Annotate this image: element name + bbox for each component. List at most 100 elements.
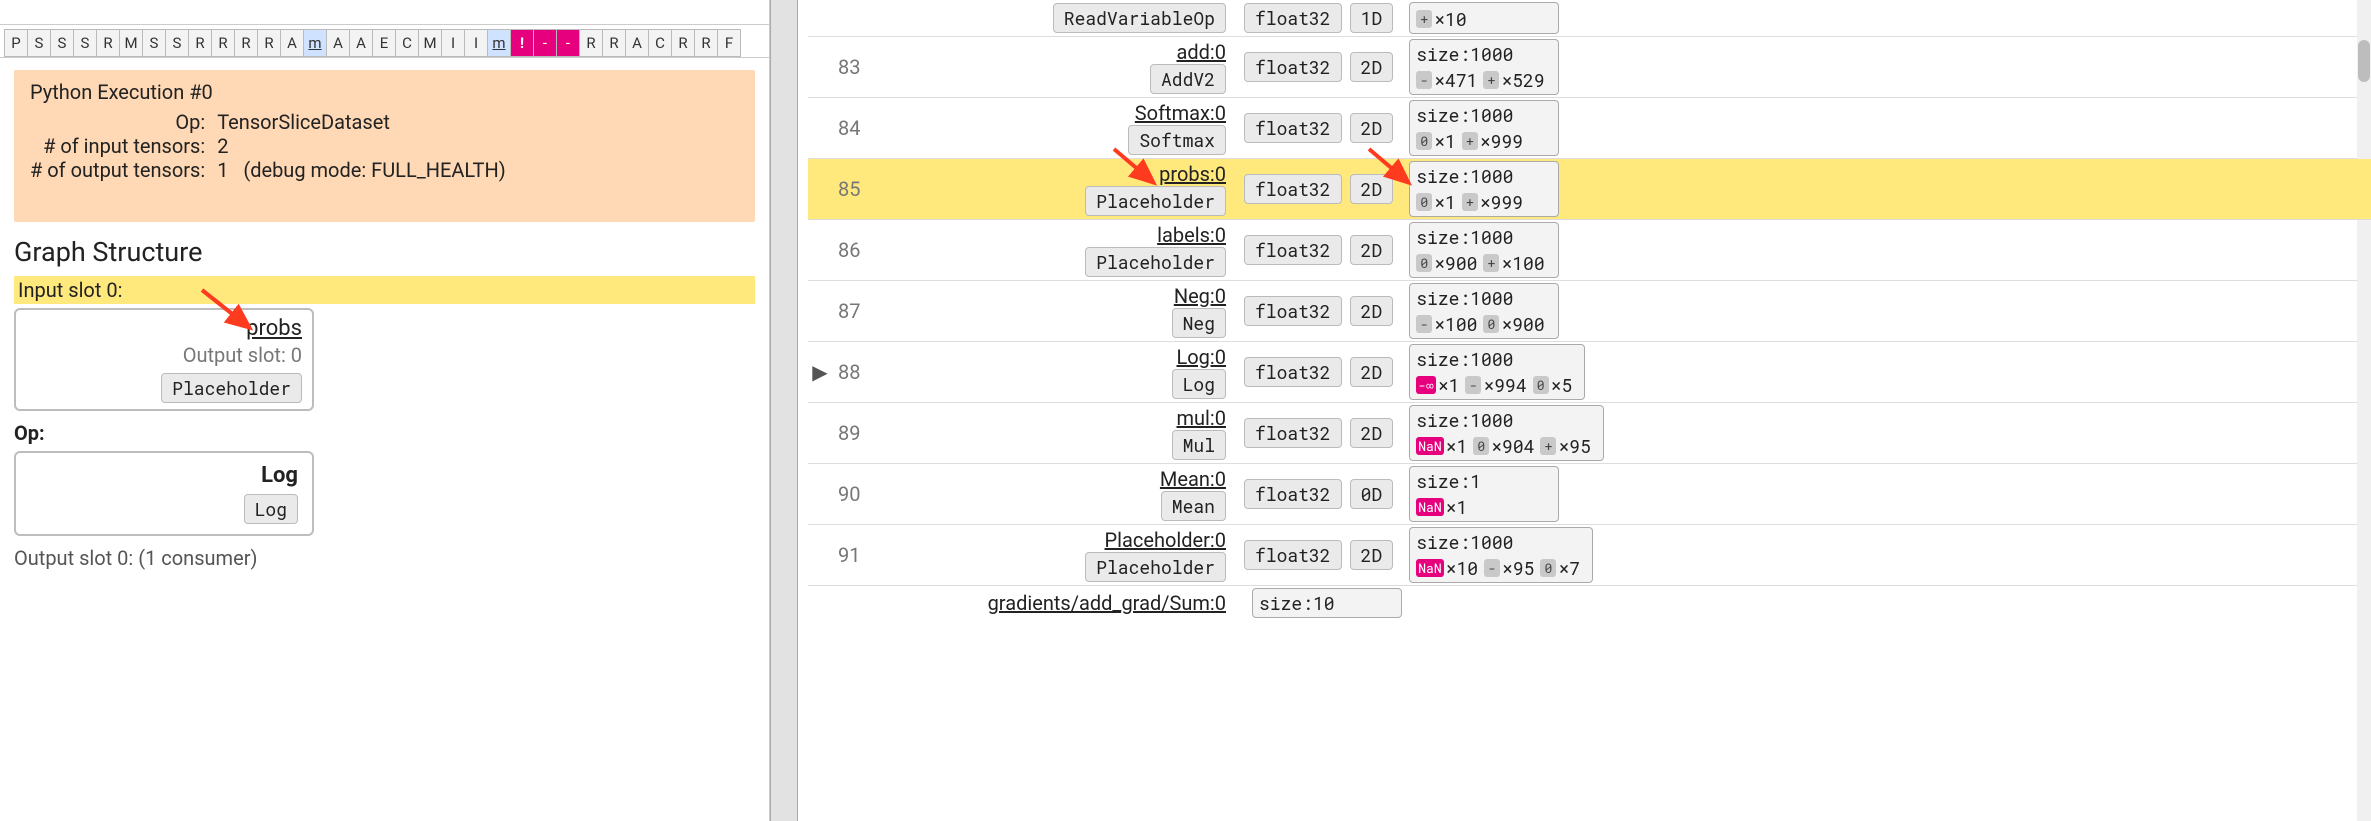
tensor-row[interactable]: ▶88Log:0Logfloat322Dsize:1000-∞×1-×9940×… bbox=[808, 342, 2371, 403]
op-type-chip[interactable]: ReadVariableOp bbox=[1053, 3, 1226, 33]
rank-chip[interactable]: 2D bbox=[1350, 52, 1394, 82]
scrollbar-track[interactable] bbox=[2357, 0, 2371, 821]
timeline-cell[interactable]: I bbox=[441, 29, 465, 57]
tensor-name-link[interactable]: gradients/add_grad/Sum:0 bbox=[896, 591, 1226, 615]
tensor-summary-box[interactable]: size:1NaN×1 bbox=[1409, 466, 1559, 522]
tensor-name-link[interactable]: Neg:0 bbox=[896, 284, 1226, 308]
placeholder-op-chip[interactable]: Placeholder bbox=[161, 373, 302, 403]
timeline-cell[interactable]: C bbox=[648, 29, 672, 57]
timeline-cell[interactable]: S bbox=[73, 29, 97, 57]
rank-chip[interactable]: 2D bbox=[1350, 357, 1394, 387]
op-type-chip[interactable]: Placeholder bbox=[1085, 247, 1226, 277]
op-type-chip[interactable]: Neg bbox=[1172, 308, 1226, 338]
timeline-cell[interactable]: C bbox=[395, 29, 419, 57]
timeline-cell[interactable]: R bbox=[694, 29, 718, 57]
timeline-cell[interactable]: R bbox=[234, 29, 258, 57]
timeline-cell[interactable]: R bbox=[257, 29, 281, 57]
dtype-chip[interactable]: float32 bbox=[1244, 479, 1342, 509]
op-type-chip[interactable]: Softmax bbox=[1128, 125, 1226, 155]
rank-chip[interactable]: 2D bbox=[1350, 174, 1394, 204]
timeline-cell[interactable]: F bbox=[717, 29, 741, 57]
op-type-chip[interactable]: AddV2 bbox=[1150, 64, 1226, 94]
tensor-row[interactable]: ReadVariableOp float32 1D +×10 bbox=[808, 0, 2371, 37]
timeline-cell[interactable]: S bbox=[27, 29, 51, 57]
dtype-chip[interactable]: float32 bbox=[1244, 540, 1342, 570]
tensor-summary-box[interactable]: size:10 bbox=[1252, 588, 1402, 618]
tensor-row[interactable]: gradients/add_grad/Sum:0 size:10 bbox=[808, 586, 2371, 620]
rank-chip[interactable]: 1D bbox=[1350, 3, 1394, 33]
dtype-chip[interactable]: float32 bbox=[1244, 235, 1342, 265]
tensor-name-link[interactable]: mul:0 bbox=[896, 406, 1226, 430]
tensor-summary-box[interactable]: size:1000-∞×1-×9940×5 bbox=[1409, 344, 1585, 400]
pane-splitter[interactable] bbox=[770, 0, 798, 821]
tensor-row[interactable]: 91Placeholder:0Placeholderfloat322Dsize:… bbox=[808, 525, 2371, 586]
timeline-cell[interactable]: R bbox=[579, 29, 603, 57]
op-type-chip[interactable]: Mul bbox=[1172, 430, 1226, 460]
timeline-cell[interactable]: M bbox=[418, 29, 442, 57]
dtype-chip[interactable]: float32 bbox=[1244, 357, 1342, 387]
tensor-summary-box[interactable]: size:1000-×1000×900 bbox=[1409, 283, 1559, 339]
scrollbar-thumb[interactable] bbox=[2358, 40, 2370, 82]
timeline-cell[interactable]: S bbox=[50, 29, 74, 57]
timeline-cell[interactable]: R bbox=[211, 29, 235, 57]
timeline-cell[interactable]: M bbox=[119, 29, 143, 57]
timeline-cell[interactable]: ! bbox=[510, 29, 534, 57]
op-type-chip[interactable]: Placeholder bbox=[1085, 186, 1226, 216]
tensor-summary-box[interactable]: size:10000×1+×999 bbox=[1409, 161, 1559, 217]
rank-chip[interactable]: 2D bbox=[1350, 113, 1394, 143]
dtype-chip[interactable]: float32 bbox=[1244, 418, 1342, 448]
tensor-row[interactable]: 90Mean:0Meanfloat320Dsize:1NaN×1 bbox=[808, 464, 2371, 525]
tensor-name-link[interactable]: probs:0 bbox=[896, 162, 1226, 186]
timeline-cell[interactable]: S bbox=[165, 29, 189, 57]
tensor-row[interactable]: 87Neg:0Negfloat322Dsize:1000-×1000×900 bbox=[808, 281, 2371, 342]
tensor-summary-box[interactable]: size:1000NaN×10×904+×95 bbox=[1409, 405, 1604, 461]
tensor-name-link[interactable]: Mean:0 bbox=[896, 467, 1226, 491]
tensor-summary-box[interactable]: size:1000-×471+×529 bbox=[1409, 39, 1559, 95]
op-type-chip[interactable]: Mean bbox=[1161, 491, 1226, 521]
rank-chip[interactable]: 2D bbox=[1350, 418, 1394, 448]
op-box[interactable]: Log Log bbox=[14, 451, 314, 536]
dtype-chip[interactable]: float32 bbox=[1244, 52, 1342, 82]
dtype-chip[interactable]: float32 bbox=[1244, 174, 1342, 204]
tensor-row[interactable]: 86labels:0Placeholderfloat322Dsize:10000… bbox=[808, 220, 2371, 281]
timeline-cell[interactable]: R bbox=[188, 29, 212, 57]
timeline-cell[interactable]: R bbox=[96, 29, 120, 57]
tensor-name-link[interactable]: add:0 bbox=[896, 40, 1226, 64]
timeline-cell[interactable]: E bbox=[372, 29, 396, 57]
rank-chip[interactable]: 2D bbox=[1350, 235, 1394, 265]
timeline-cell[interactable]: m bbox=[487, 29, 511, 57]
tensor-summary-box[interactable]: +×10 bbox=[1409, 2, 1559, 34]
tensor-row[interactable]: 83add:0AddV2float322Dsize:1000-×471+×529 bbox=[808, 37, 2371, 98]
probs-tensor-link[interactable]: probs bbox=[26, 316, 302, 341]
timeline-cell[interactable]: S bbox=[142, 29, 166, 57]
tensor-summary-box[interactable]: size:1000NaN×10-×950×7 bbox=[1409, 527, 1593, 583]
expand-toggle-icon[interactable]: ▶ bbox=[808, 360, 832, 384]
rank-chip[interactable]: 0D bbox=[1350, 479, 1394, 509]
op-type-chip[interactable]: Log bbox=[1172, 369, 1226, 399]
dtype-chip[interactable]: float32 bbox=[1244, 3, 1342, 33]
dtype-chip[interactable]: float32 bbox=[1244, 113, 1342, 143]
tensor-row[interactable]: 89mul:0Mulfloat322Dsize:1000NaN×10×904+×… bbox=[808, 403, 2371, 464]
timeline-cell[interactable]: A bbox=[280, 29, 304, 57]
tensor-summary-box[interactable]: size:10000×900+×100 bbox=[1409, 222, 1559, 278]
timeline-cell[interactable]: m bbox=[303, 29, 327, 57]
tensor-name-link[interactable]: Log:0 bbox=[896, 345, 1226, 369]
rank-chip[interactable]: 2D bbox=[1350, 296, 1394, 326]
tensor-summary-box[interactable]: size:10000×1+×999 bbox=[1409, 100, 1559, 156]
dtype-chip[interactable]: float32 bbox=[1244, 296, 1342, 326]
tensor-name-link[interactable]: labels:0 bbox=[896, 223, 1226, 247]
tensor-row[interactable]: 85probs:0Placeholderfloat322Dsize:10000×… bbox=[808, 159, 2371, 220]
timeline-cell[interactable]: P bbox=[4, 29, 28, 57]
rank-chip[interactable]: 2D bbox=[1350, 540, 1394, 570]
timeline-cell[interactable]: A bbox=[625, 29, 649, 57]
log-op-chip[interactable]: Log bbox=[244, 494, 298, 524]
tensor-name-link[interactable]: Softmax:0 bbox=[896, 101, 1226, 125]
timeline-cell[interactable]: I bbox=[464, 29, 488, 57]
timeline-cell[interactable]: R bbox=[602, 29, 626, 57]
timeline-cell[interactable]: - bbox=[533, 29, 557, 57]
op-type-chip[interactable]: Placeholder bbox=[1085, 552, 1226, 582]
timeline-cell[interactable]: A bbox=[326, 29, 350, 57]
timeline-cell[interactable]: - bbox=[556, 29, 580, 57]
tensor-name-link[interactable]: Placeholder:0 bbox=[896, 528, 1226, 552]
tensor-row[interactable]: 84Softmax:0Softmaxfloat322Dsize:10000×1+… bbox=[808, 98, 2371, 159]
